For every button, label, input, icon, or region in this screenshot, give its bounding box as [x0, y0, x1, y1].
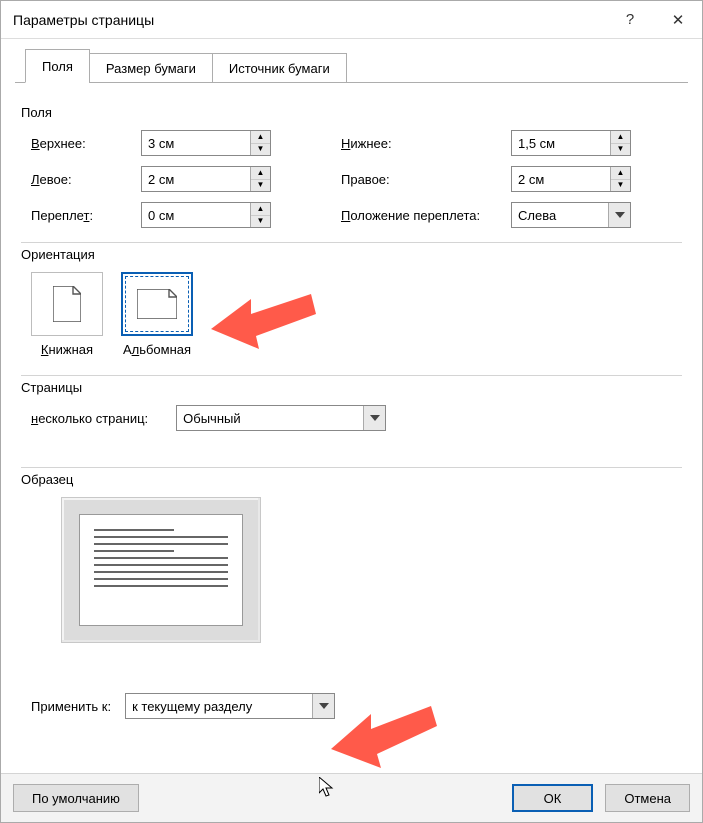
orientation-group-label: Ориентация: [21, 247, 682, 262]
label-left: Левое:: [31, 172, 141, 187]
chevron-down-icon[interactable]: [608, 203, 630, 227]
tab-source[interactable]: Источник бумаги: [212, 53, 347, 83]
label-gutter-pos: Положение переплета:: [341, 208, 511, 223]
margins-grid: Верхнее: 3 см ▲ ▼ Нижнее: 1,5 см ▲ ▼: [31, 130, 682, 228]
spin-bottom-value[interactable]: 1,5 см: [512, 131, 610, 155]
close-button[interactable]: ✕: [654, 1, 702, 39]
dropdown-gutter-pos-value: Слева: [512, 203, 608, 227]
landscape-icon: [121, 272, 193, 336]
spin-gutter-up[interactable]: ▲: [251, 203, 270, 216]
spin-top-value[interactable]: 3 см: [142, 131, 250, 155]
spin-bottom-up[interactable]: ▲: [611, 131, 630, 144]
preview-box: [61, 497, 261, 643]
cancel-button[interactable]: Отмена: [605, 784, 690, 812]
spin-left-down[interactable]: ▼: [251, 180, 270, 192]
spin-gutter-value[interactable]: 0 см: [142, 203, 250, 227]
spin-top-up[interactable]: ▲: [251, 131, 270, 144]
page-setup-dialog: Параметры страницы ? ✕ Поля Размер бумаг…: [0, 0, 703, 823]
dropdown-apply-to-value: к текущему разделу: [126, 694, 312, 718]
preview-group-label: Образец: [21, 472, 682, 487]
tab-margins[interactable]: Поля: [25, 49, 90, 83]
tab-panel-margins: Поля Верхнее: 3 см ▲ ▼ Нижнее: 1,5 см ▲: [15, 83, 688, 761]
label-multiple-pages: несколько страниц:: [31, 411, 148, 426]
label-gutter: Переплет:: [31, 208, 141, 223]
spin-bottom[interactable]: 1,5 см ▲ ▼: [511, 130, 631, 156]
label-top: Верхнее:: [31, 136, 141, 151]
portrait-icon: [31, 272, 103, 336]
orientation-portrait[interactable]: Книжная: [31, 272, 103, 357]
ok-button[interactable]: ОК: [512, 784, 594, 812]
spin-right-value[interactable]: 2 см: [512, 167, 610, 191]
label-bottom: Нижнее:: [341, 136, 511, 151]
window-title: Параметры страницы: [13, 12, 606, 28]
pages-group-label: Страницы: [21, 380, 682, 395]
spin-left-value[interactable]: 2 см: [142, 167, 250, 191]
label-right: Правое:: [341, 172, 511, 187]
orientation-landscape[interactable]: Альбомная: [121, 272, 193, 357]
spin-top-down[interactable]: ▼: [251, 144, 270, 156]
dropdown-gutter-pos[interactable]: Слева: [511, 202, 631, 228]
orientation-portrait-label: Книжная: [41, 342, 93, 357]
dialog-footer: По умолчанию ОК Отмена: [1, 773, 702, 822]
tab-paper[interactable]: Размер бумаги: [89, 53, 213, 83]
dropdown-apply-to[interactable]: к текущему разделу: [125, 693, 335, 719]
default-button[interactable]: По умолчанию: [13, 784, 139, 812]
spin-left[interactable]: 2 см ▲ ▼: [141, 166, 271, 192]
spin-gutter[interactable]: 0 см ▲ ▼: [141, 202, 271, 228]
dropdown-multiple-pages[interactable]: Обычный: [176, 405, 386, 431]
orientation-row: Книжная Альбомная: [31, 272, 682, 357]
help-button[interactable]: ?: [606, 1, 654, 39]
chevron-down-icon[interactable]: [312, 694, 334, 718]
chevron-down-icon[interactable]: [363, 406, 385, 430]
client-area: Поля Размер бумаги Источник бумаги Поля …: [1, 39, 702, 773]
preview-page: [79, 514, 243, 626]
tab-strip: Поля Размер бумаги Источник бумаги: [15, 49, 688, 83]
spin-bottom-down[interactable]: ▼: [611, 144, 630, 156]
orientation-landscape-label: Альбомная: [123, 342, 191, 357]
spin-left-up[interactable]: ▲: [251, 167, 270, 180]
spin-right[interactable]: 2 см ▲ ▼: [511, 166, 631, 192]
margins-group-label: Поля: [21, 105, 682, 120]
dropdown-multiple-pages-value: Обычный: [177, 406, 363, 430]
spin-right-down[interactable]: ▼: [611, 180, 630, 192]
label-apply-to: Применить к:: [31, 699, 111, 714]
spin-top[interactable]: 3 см ▲ ▼: [141, 130, 271, 156]
spin-right-up[interactable]: ▲: [611, 167, 630, 180]
pages-row: несколько страниц: Обычный: [31, 405, 682, 431]
spin-gutter-down[interactable]: ▼: [251, 216, 270, 228]
titlebar: Параметры страницы ? ✕: [1, 1, 702, 39]
apply-row: Применить к: к текущему разделу: [31, 693, 682, 719]
